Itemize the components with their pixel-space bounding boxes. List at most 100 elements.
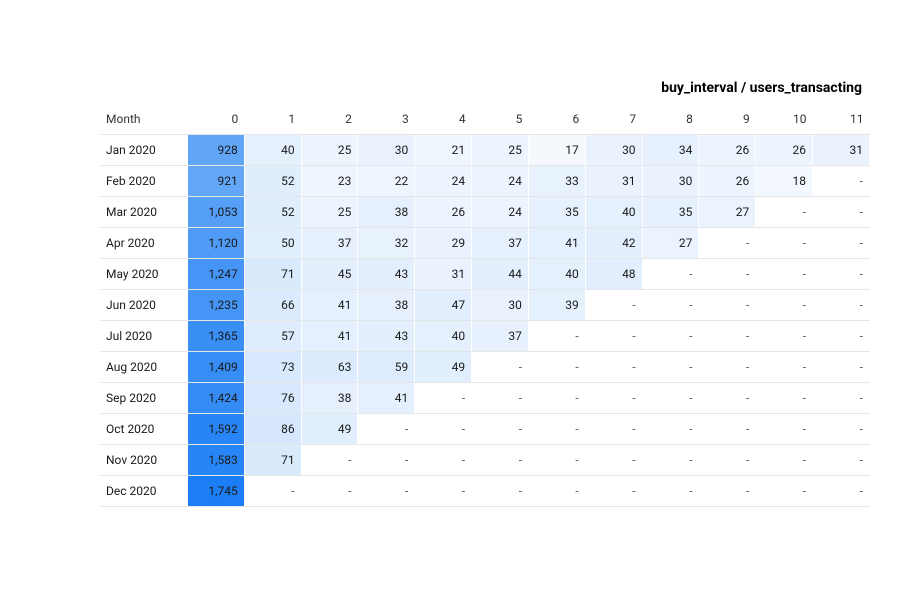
cell-empty: - — [756, 259, 813, 290]
month-label: Mar 2020 — [100, 197, 187, 228]
cell-empty: - — [472, 352, 529, 383]
cell-value: 33 — [528, 166, 585, 197]
col-header: 1 — [244, 104, 301, 135]
cell-value: 49 — [301, 414, 358, 445]
header-row: Month 01234567891011 — [100, 104, 870, 135]
cell-value: 30 — [585, 135, 642, 166]
cell-value: 22 — [358, 166, 415, 197]
col-header: 3 — [358, 104, 415, 135]
cell-value: 24 — [472, 166, 529, 197]
table-row: Aug 20201,40973635949------- — [100, 352, 870, 383]
cell-value: 21 — [415, 135, 472, 166]
cell-value: 71 — [244, 445, 301, 476]
col-header: 9 — [699, 104, 756, 135]
cell-empty: - — [756, 290, 813, 321]
cell-value: 1,583 — [187, 445, 244, 476]
cell-value: 25 — [301, 197, 358, 228]
cohort-table: Month 01234567891011 Jan 202092840253021… — [100, 104, 870, 507]
col-header: 6 — [528, 104, 585, 135]
cell-empty: - — [472, 476, 529, 507]
cell-empty: - — [585, 290, 642, 321]
cell-value: 41 — [301, 321, 358, 352]
cell-empty: - — [756, 414, 813, 445]
cell-empty: - — [699, 352, 756, 383]
cell-value: 49 — [415, 352, 472, 383]
cell-empty: - — [528, 445, 585, 476]
cell-empty: - — [813, 259, 870, 290]
table-row: May 20201,24771454331444048---- — [100, 259, 870, 290]
month-label: Jan 2020 — [100, 135, 187, 166]
cell-empty: - — [699, 476, 756, 507]
table-row: Apr 20201,1205037322937414227--- — [100, 228, 870, 259]
cell-value: 73 — [244, 352, 301, 383]
cell-empty: - — [699, 321, 756, 352]
cell-value: 76 — [244, 383, 301, 414]
cell-empty: - — [756, 197, 813, 228]
cell-value: 27 — [699, 197, 756, 228]
cell-value: 17 — [528, 135, 585, 166]
cell-empty: - — [813, 228, 870, 259]
cell-value: 37 — [472, 228, 529, 259]
cell-empty: - — [813, 290, 870, 321]
col-header: 0 — [187, 104, 244, 135]
month-label: Jul 2020 — [100, 321, 187, 352]
cell-value: 25 — [472, 135, 529, 166]
table-row: Jan 20209284025302125173034262631 — [100, 135, 870, 166]
cell-empty: - — [528, 476, 585, 507]
cell-value: 1,745 — [187, 476, 244, 507]
month-label: Nov 2020 — [100, 445, 187, 476]
cell-value: 40 — [585, 197, 642, 228]
cell-value: 30 — [642, 166, 699, 197]
col-header: 2 — [301, 104, 358, 135]
month-label: Sep 2020 — [100, 383, 187, 414]
cell-value: 1,365 — [187, 321, 244, 352]
cell-empty: - — [642, 352, 699, 383]
cell-value: 43 — [358, 259, 415, 290]
cell-value: 38 — [301, 383, 358, 414]
month-label: Apr 2020 — [100, 228, 187, 259]
cell-value: 57 — [244, 321, 301, 352]
cell-value: 45 — [301, 259, 358, 290]
cell-empty: - — [813, 414, 870, 445]
cell-empty: - — [585, 321, 642, 352]
cell-value: 1,409 — [187, 352, 244, 383]
cell-value: 24 — [472, 197, 529, 228]
cell-empty: - — [585, 476, 642, 507]
cell-value: 41 — [528, 228, 585, 259]
col-header: 7 — [585, 104, 642, 135]
cell-value: 921 — [187, 166, 244, 197]
cell-value: 86 — [244, 414, 301, 445]
cell-empty: - — [642, 259, 699, 290]
cell-value: 27 — [642, 228, 699, 259]
table-row: Oct 20201,5928649--------- — [100, 414, 870, 445]
col-header: 5 — [472, 104, 529, 135]
cell-value: 66 — [244, 290, 301, 321]
cell-value: 26 — [699, 166, 756, 197]
chart-title: buy_interval / users_transacting — [100, 80, 870, 96]
cell-value: 41 — [358, 383, 415, 414]
table-row: Jun 20201,235664138473039----- — [100, 290, 870, 321]
cell-value: 44 — [472, 259, 529, 290]
cell-value: 43 — [358, 321, 415, 352]
cell-empty: - — [642, 445, 699, 476]
cell-empty: - — [813, 445, 870, 476]
cell-empty: - — [813, 476, 870, 507]
cell-value: 63 — [301, 352, 358, 383]
cell-empty: - — [585, 352, 642, 383]
cell-empty: - — [642, 290, 699, 321]
cell-empty: - — [415, 414, 472, 445]
cell-value: 35 — [528, 197, 585, 228]
cell-value: 1,053 — [187, 197, 244, 228]
cell-value: 38 — [358, 197, 415, 228]
cell-empty: - — [699, 383, 756, 414]
cell-value: 1,247 — [187, 259, 244, 290]
cell-empty: - — [528, 383, 585, 414]
col-header: 11 — [813, 104, 870, 135]
col-header: 8 — [642, 104, 699, 135]
cell-value: 37 — [472, 321, 529, 352]
month-label: Aug 2020 — [100, 352, 187, 383]
table-row: Mar 20201,053522538262435403527-- — [100, 197, 870, 228]
cell-empty: - — [756, 228, 813, 259]
table-row: Feb 202092152232224243331302618- — [100, 166, 870, 197]
cell-value: 38 — [358, 290, 415, 321]
